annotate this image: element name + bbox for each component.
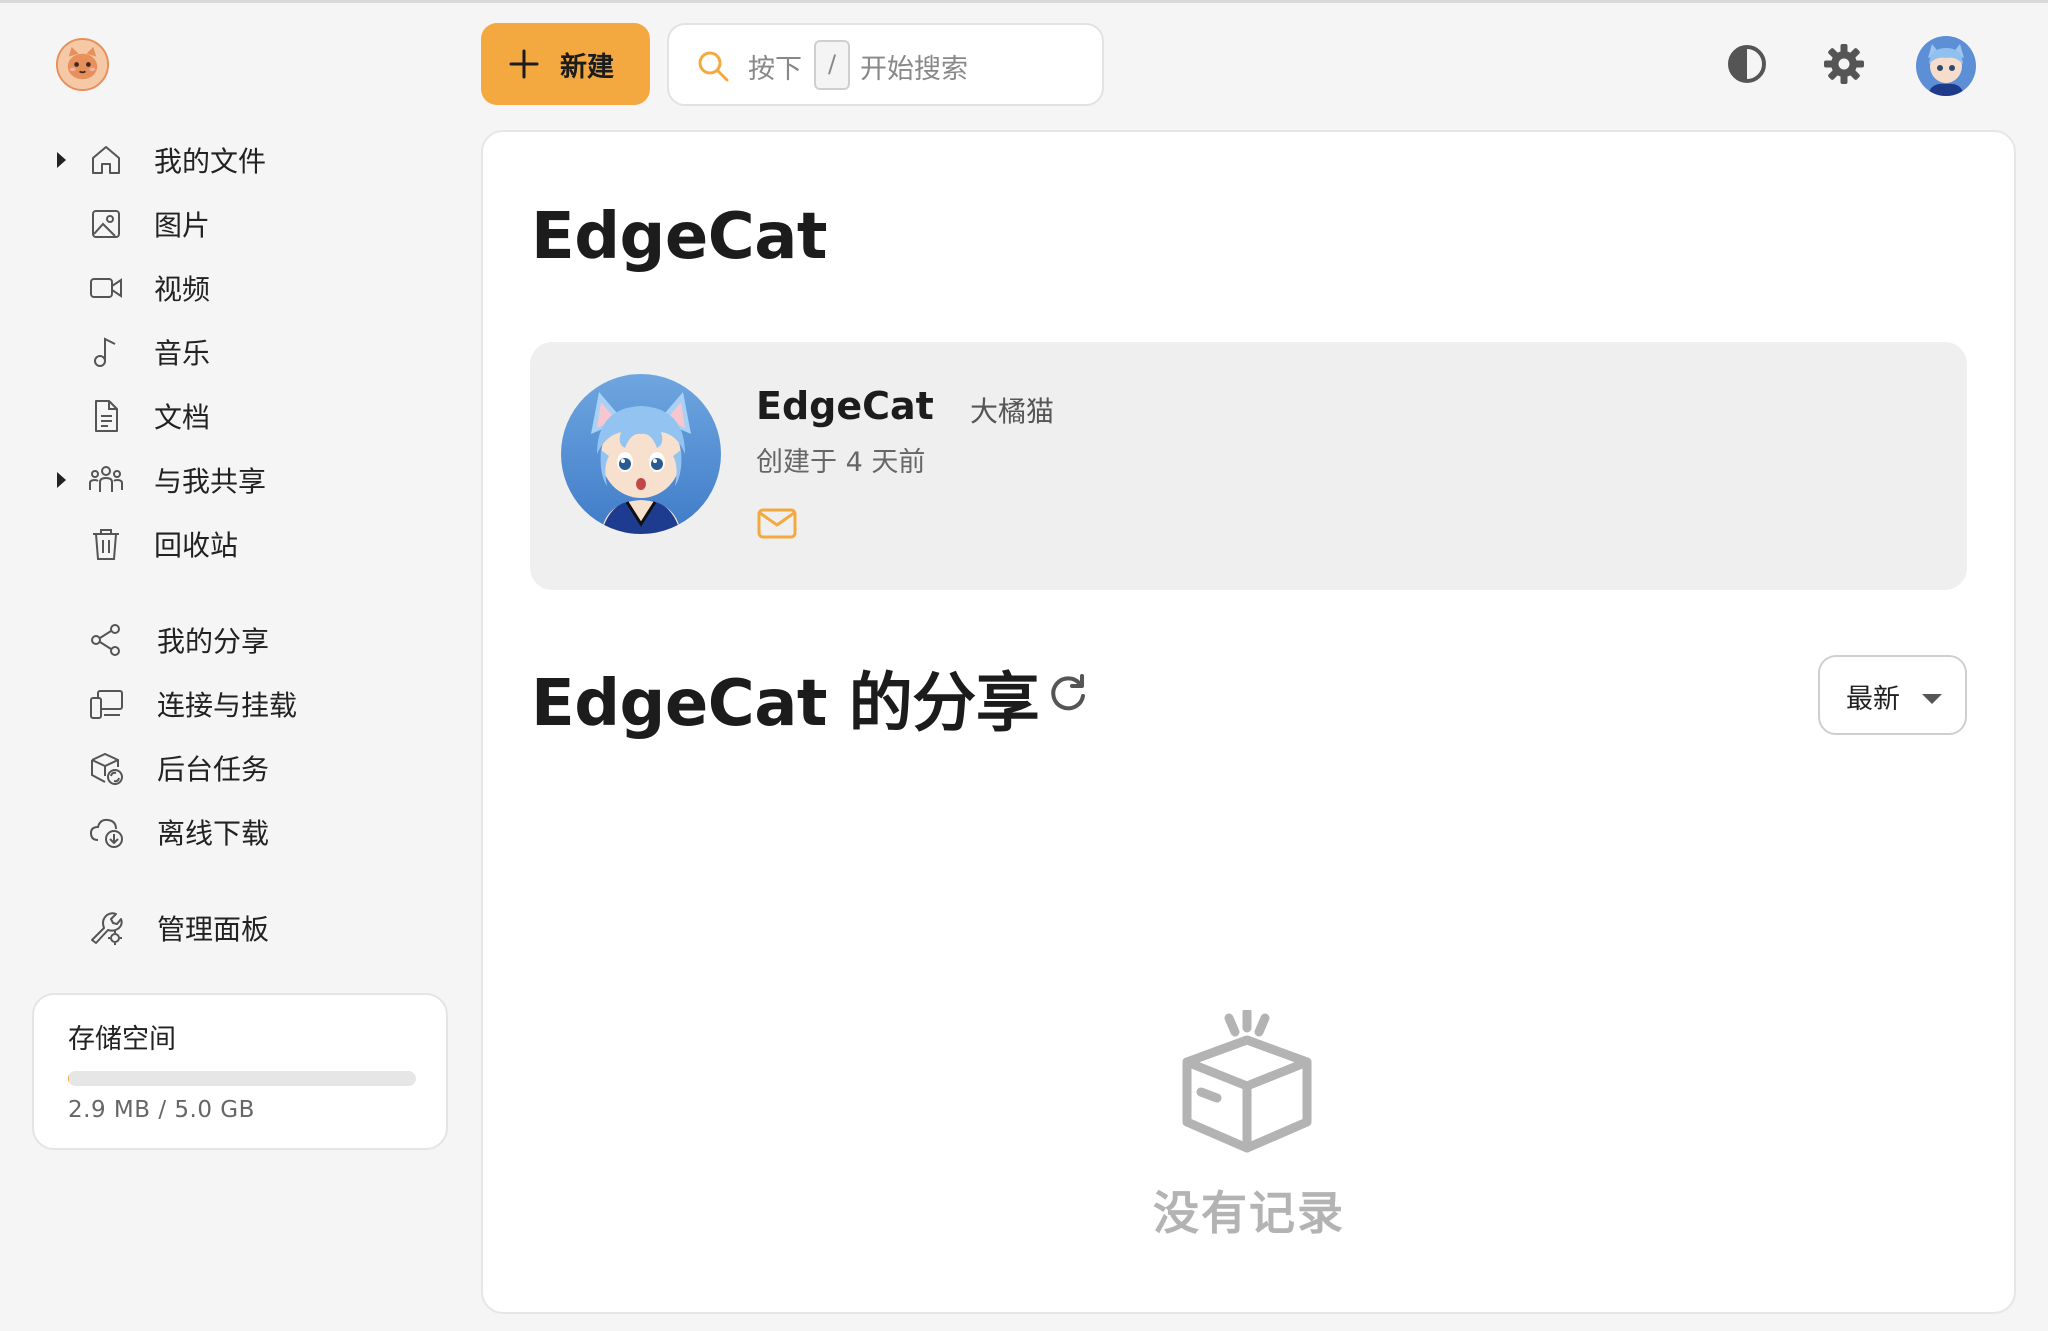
sidebar-item-label: 与我共享 [154, 465, 267, 498]
storage-usage-text: 2.9 MB / 5.0 GB [68, 1097, 255, 1123]
profile-avatar [561, 374, 721, 534]
profile-card: EdgeCat 大橘猫 创建于 4 天前 [530, 342, 1967, 590]
sort-dropdown[interactable]: 最新 [1818, 655, 1967, 735]
sidebar-item-music[interactable]: 音乐 [0, 324, 440, 380]
expand-arrow-icon[interactable] [57, 152, 66, 168]
profile-created-date: 创建于 4 天前 [756, 447, 926, 478]
empty-state-text: 没有记录 [1153, 1186, 1345, 1240]
user-avatar[interactable] [1916, 36, 1976, 96]
shares-section-title: EdgeCat 的分享 [531, 667, 1040, 741]
sidebar-item-trash[interactable]: 回收站 [0, 516, 440, 572]
profile-nickname: 大橘猫 [970, 395, 1055, 428]
main-panel: EdgeCat EdgeCat 大橘猫 创建于 4 天前 EdgeCat 的分享… [481, 130, 2016, 1314]
new-button[interactable]: 新建 [481, 23, 650, 105]
sidebar-item-label: 我的分享 [157, 625, 270, 658]
page-title: EdgeCat [531, 200, 828, 274]
refresh-icon[interactable] [1046, 672, 1090, 716]
top-border [0, 0, 2048, 3]
image-icon [92, 210, 120, 238]
profile-avatar-image [561, 374, 721, 534]
home-icon [92, 146, 120, 174]
theme-toggle-icon[interactable] [1725, 42, 1769, 86]
empty-box-icon [1182, 1010, 1312, 1153]
expand-arrow-icon[interactable] [57, 472, 66, 488]
search-input[interactable]: 按下 / 开始搜索 [667, 23, 1104, 106]
sidebar-item-label: 图片 [154, 209, 211, 242]
cloud-download-icon [89, 818, 123, 848]
search-hint-suffix: 开始搜索 [860, 54, 968, 85]
sidebar-item-videos[interactable]: 视频 [0, 260, 440, 316]
storage-card: 存储空间 2.9 MB / 5.0 GB [32, 993, 448, 1150]
sidebar-item-background-tasks[interactable]: 后台任务 [0, 740, 440, 796]
sidebar-item-label: 文档 [154, 401, 211, 434]
document-icon [95, 400, 118, 432]
sidebar-item-connections[interactable]: 连接与挂载 [0, 676, 440, 732]
plus-icon [509, 49, 539, 79]
trash-icon [93, 529, 119, 560]
search-shortcut-key: / [814, 40, 850, 90]
search-icon [698, 51, 729, 82]
sort-dropdown-label: 最新 [1846, 684, 1900, 715]
sidebar-item-offline-download[interactable]: 离线下载 [0, 804, 440, 860]
sidebar-item-label: 我的文件 [154, 145, 267, 178]
sidebar-item-admin-panel[interactable]: 管理面板 [0, 900, 440, 956]
sidebar-item-label: 管理面板 [157, 913, 270, 946]
gear-icon[interactable] [1822, 42, 1866, 86]
profile-name: EdgeCat [756, 384, 934, 428]
video-icon [90, 278, 122, 298]
sidebar-item-label: 后台任务 [157, 753, 270, 786]
wrench-gear-icon [91, 912, 123, 945]
sidebar-item-my-shares[interactable]: 我的分享 [0, 612, 440, 668]
box-sync-icon [91, 752, 123, 785]
sidebar-item-my-files[interactable]: 我的文件 [0, 132, 440, 188]
storage-title: 存储空间 [68, 1024, 176, 1055]
avatar-image [1916, 36, 1976, 96]
sidebar-item-shared-with-me[interactable]: 与我共享 [0, 452, 440, 508]
sidebar-item-documents[interactable]: 文档 [0, 388, 440, 444]
music-icon [94, 337, 116, 367]
sidebar-item-label: 离线下载 [157, 817, 270, 850]
storage-progress-bar [68, 1071, 416, 1086]
mail-icon[interactable] [756, 502, 798, 544]
devices-icon [90, 690, 123, 719]
new-button-label: 新建 [560, 52, 614, 82]
sidebar-item-label: 音乐 [154, 337, 211, 370]
people-icon [89, 466, 123, 492]
cat-logo-icon[interactable] [55, 37, 110, 92]
chevron-down-icon [1922, 694, 1942, 704]
sidebar-item-label: 视频 [154, 273, 211, 306]
sidebar-item-images[interactable]: 图片 [0, 196, 440, 252]
search-hint-prefix: 按下 [748, 54, 802, 85]
sidebar-item-label: 连接与挂载 [157, 689, 298, 722]
share-icon [91, 624, 120, 656]
sidebar-item-label: 回收站 [154, 529, 239, 562]
